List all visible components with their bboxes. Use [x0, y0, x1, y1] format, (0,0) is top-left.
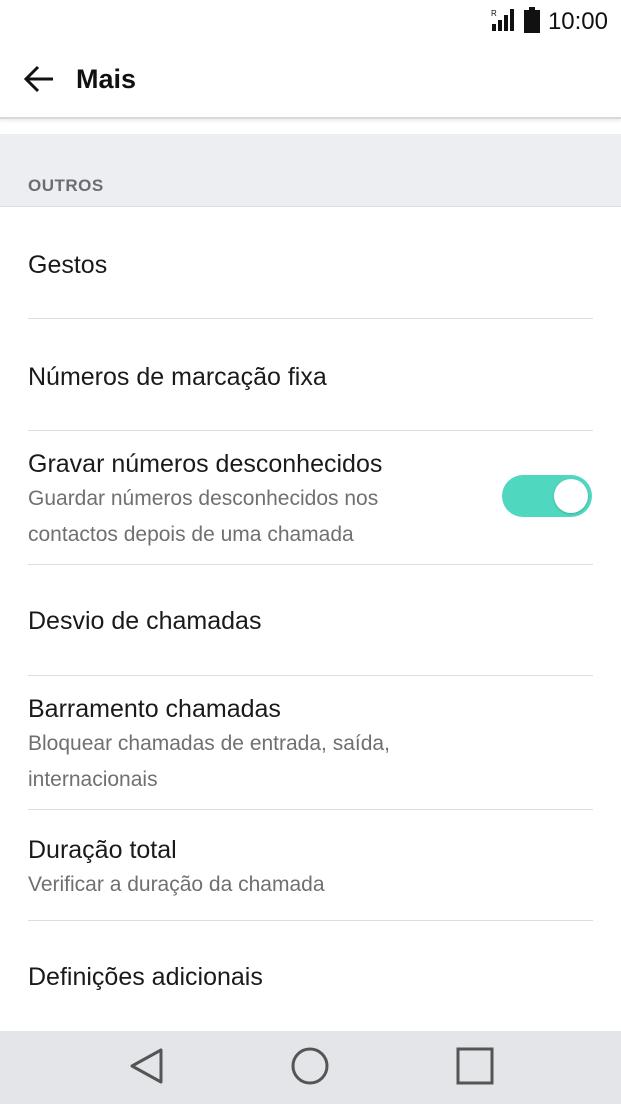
list-item-title: Definições adicionais	[28, 963, 263, 991]
list-item-save-unknown-numbers[interactable]: Gravar números desconhecidos Guardar núm…	[0, 431, 621, 565]
svg-text:R: R	[491, 9, 497, 18]
arrow-back-icon	[23, 65, 55, 98]
nav-home-button[interactable]	[288, 1046, 332, 1090]
list-item-gestos[interactable]: Gestos	[0, 207, 621, 319]
list-item-subtitle: Verificar a duração da chamada	[28, 873, 325, 896]
toggle-knob	[554, 479, 588, 513]
nav-back-triangle-icon	[127, 1046, 167, 1091]
list-item-subtitle: Guardar números desconhecidos nos contac…	[28, 487, 379, 546]
list-item-call-forwarding[interactable]: Desvio de chamadas	[0, 565, 621, 676]
status-time: 10:00	[547, 8, 608, 35]
back-button[interactable]	[18, 60, 60, 102]
nav-home-circle-icon	[290, 1046, 330, 1091]
list-item-total-duration[interactable]: Duração total Verificar a duração da cha…	[0, 810, 621, 921]
status-icons: R 10:00	[490, 6, 608, 38]
save-unknown-numbers-toggle[interactable]	[502, 475, 592, 517]
list-item-title: Barramento chamadas	[28, 695, 281, 723]
signal-roaming-icon: R	[490, 8, 516, 37]
list-item-additional-settings[interactable]: Definições adicionais	[0, 921, 621, 1031]
list-item-title: Gravar números desconhecidos	[28, 450, 383, 478]
list-item-title: Duração total	[28, 836, 177, 864]
app-bar: Mais	[0, 44, 621, 119]
list-item-fixed-dialing[interactable]: Números de marcação fixa	[0, 319, 621, 431]
section-title: OUTROS	[28, 176, 104, 195]
list-item-subtitle: Bloquear chamadas de entrada, saída, int…	[28, 732, 390, 791]
navigation-bar	[0, 1031, 621, 1104]
status-bar: R 10:00	[0, 0, 621, 44]
nav-recents-square-icon	[455, 1046, 495, 1091]
list-item-call-barring[interactable]: Barramento chamadas Bloquear chamadas de…	[0, 676, 621, 810]
nav-recents-button[interactable]	[453, 1046, 497, 1090]
battery-full-icon	[523, 6, 540, 38]
page-title: Mais	[76, 64, 137, 94]
section-header: OUTROS	[0, 134, 621, 207]
list-item-title: Gestos	[28, 251, 108, 279]
list-item-title: Desvio de chamadas	[28, 607, 262, 635]
list-item-title: Números de marcação fixa	[28, 363, 327, 391]
nav-back-button[interactable]	[125, 1046, 169, 1090]
